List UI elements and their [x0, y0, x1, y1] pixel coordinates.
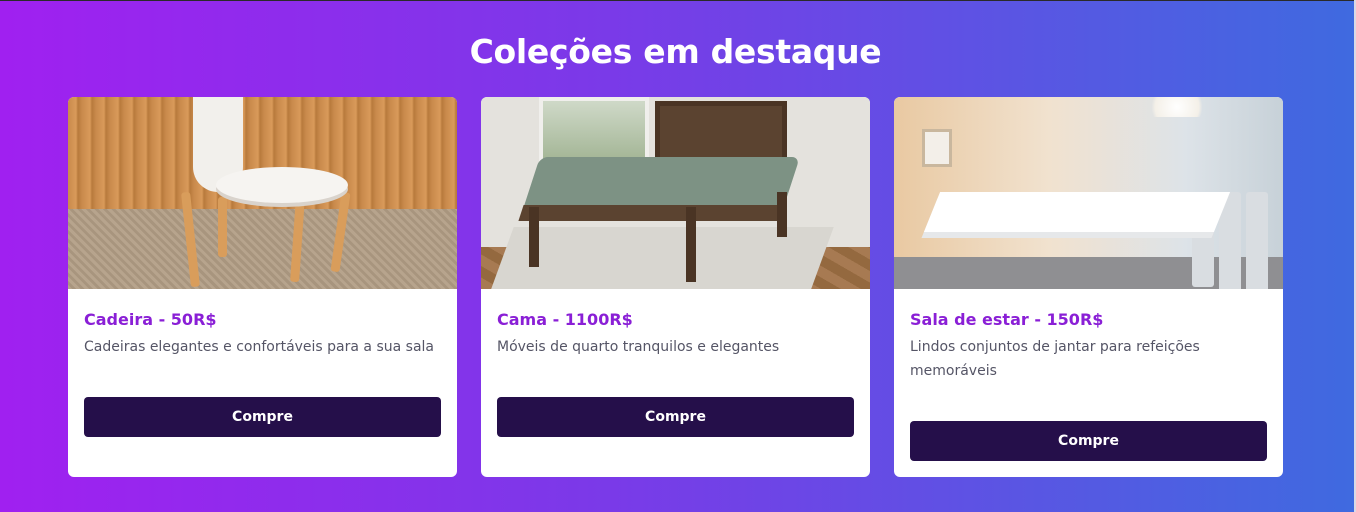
- product-name: Cama - 1100R$: [497, 310, 633, 329]
- product-card-bed: Cama - 1100R$ Móveis de quarto tranquilo…: [481, 97, 870, 477]
- product-description: Lindos conjuntos de jantar para refeiçõe…: [910, 339, 1200, 379]
- product-card-living-room: Sala de estar - 150R$ Lindos conjuntos d…: [894, 97, 1283, 477]
- product-name: Sala de estar - 150R$: [910, 310, 1104, 329]
- product-card-chair: Cadeira - 50R$ Cadeiras elegantes e conf…: [68, 97, 457, 477]
- buy-button-living-room[interactable]: Compre: [910, 421, 1267, 461]
- product-description: Cadeiras elegantes e confortáveis para a…: [84, 339, 434, 355]
- product-image-chair: [68, 97, 457, 289]
- section-title: Coleções em destaque: [469, 32, 882, 71]
- product-description: Móveis de quarto tranquilos e elegantes: [497, 339, 780, 355]
- buy-button-chair[interactable]: Compre: [84, 397, 441, 437]
- window-top-border: [0, 0, 1356, 1]
- product-image-bed: [481, 97, 870, 289]
- product-image-living-room: [894, 97, 1283, 289]
- buy-button-bed[interactable]: Compre: [497, 397, 854, 437]
- product-name: Cadeira - 50R$: [84, 310, 217, 329]
